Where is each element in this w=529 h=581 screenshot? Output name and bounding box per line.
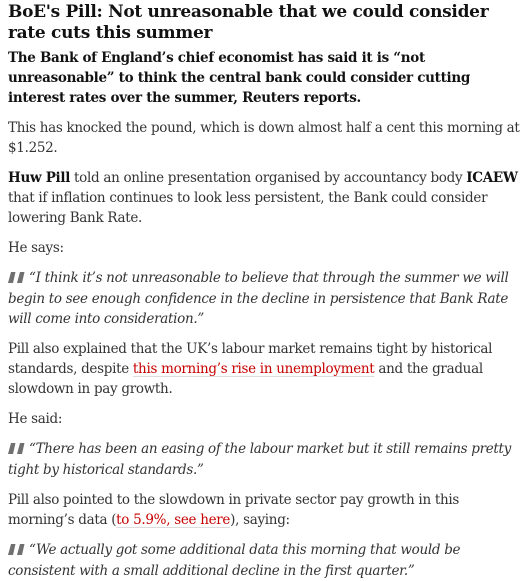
paragraph-text: told an online presentation organised by… <box>70 170 467 186</box>
headline: BoE's Pill: Not unreasonable that we cou… <box>8 2 489 43</box>
paragraph-he-said: He said: <box>8 411 63 427</box>
blockquote: “We actually got some additional data th… <box>8 540 521 581</box>
paragraph-text: ), saying: <box>230 512 290 528</box>
quote-text: “There has been an easing of the labour … <box>8 441 511 478</box>
quote-text: “We actually got some additional data th… <box>8 542 461 579</box>
paragraph-he-says: He says: <box>8 240 64 256</box>
paragraph-pound: This has knocked the pound, which is dow… <box>8 120 520 156</box>
unemployment-link[interactable]: this morning’s rise in unemployment <box>133 361 375 377</box>
standfirst: The Bank of England’s chief economist ha… <box>8 50 471 106</box>
person-name: Huw Pill <box>8 170 71 186</box>
quote-mark-icon <box>8 541 25 561</box>
paragraph-pay-growth: Pill also pointed to the slowdown in pri… <box>8 490 521 530</box>
paragraph-text: that if inflation continues to look less… <box>8 190 488 226</box>
pay-growth-link[interactable]: to 5.9%, see here <box>116 512 230 528</box>
quote-mark-icon <box>8 440 25 460</box>
paragraph-labour-market: Pill also explained that the UK’s labour… <box>8 339 521 399</box>
blockquote: “There has been an easing of the labour … <box>8 439 521 480</box>
paragraph-pill-presentation: Huw Pill told an online presentation org… <box>8 168 521 228</box>
blockquote: “I think it’s not unreasonable to believ… <box>8 268 521 329</box>
quote-text: “I think it’s not unreasonable to believ… <box>8 270 509 327</box>
org-name: ICAEW <box>466 170 518 186</box>
article: BoE's Pill: Not unreasonable that we cou… <box>0 2 529 581</box>
quote-mark-icon <box>8 269 25 289</box>
